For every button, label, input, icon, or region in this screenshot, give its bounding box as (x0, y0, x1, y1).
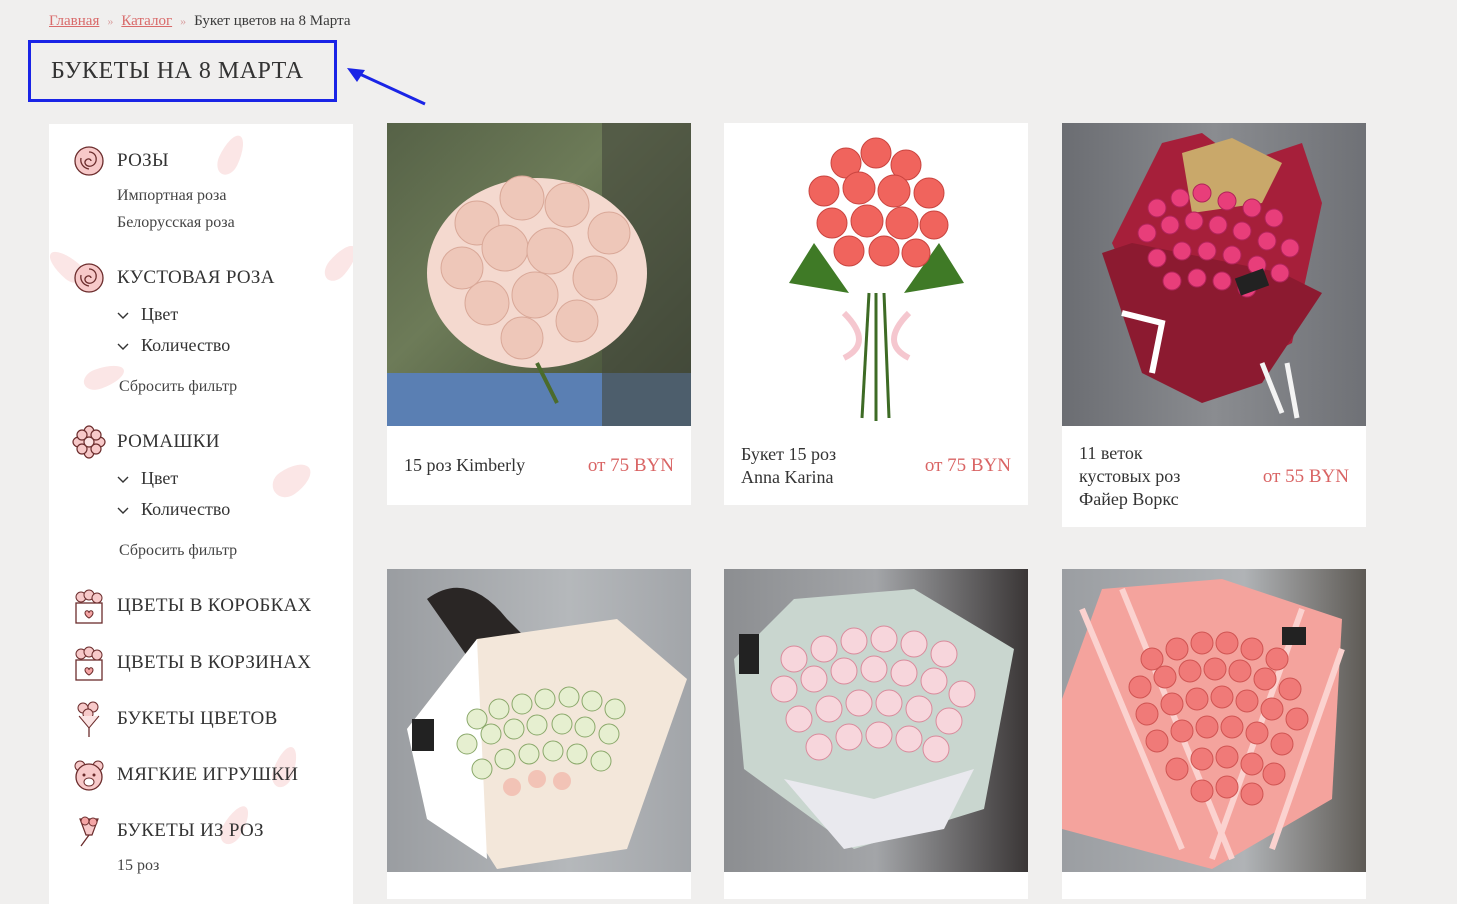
filter-quantity-label: Количество (141, 499, 231, 519)
rose-icon (71, 260, 107, 296)
product-price: от 75 BYN (924, 454, 1011, 476)
subcategory-belarus-rose[interactable]: Белорусская роза (117, 214, 235, 232)
product-name[interactable]: 11 веток кустовых роз Файер Воркс (1079, 442, 1209, 511)
coral-roses-photo[interactable] (724, 123, 1028, 426)
category-daisies[interactable]: РОМАШКИ (71, 424, 220, 460)
breadcrumb: Главная » Каталог » Букет цветов на 8 Ма… (49, 13, 350, 30)
filter-color-toggle[interactable]: Цвет (117, 304, 178, 325)
teddy-bear-icon (71, 757, 107, 793)
category-flower-baskets-label: ЦВЕТЫ В КОРЗИНАХ (117, 652, 312, 673)
category-bouquets-label: БУКЕТЫ ЦВЕТОВ (117, 708, 278, 729)
petal-decoration-icon (213, 131, 249, 179)
coral-spray-roses-photo[interactable] (1062, 569, 1366, 872)
chevron-down-icon (117, 335, 131, 356)
category-roses[interactable]: РОЗЫ (71, 143, 169, 179)
product-card[interactable]: 11 веток кустовых роз Файер Воркс от 55 … (1062, 123, 1366, 527)
flower-basket-icon (71, 645, 107, 681)
product-card[interactable] (387, 569, 691, 899)
breadcrumb-catalog-link[interactable]: Каталог (121, 13, 172, 30)
category-bouquets[interactable]: БУКЕТЫ ЦВЕТОВ (71, 701, 278, 737)
chevron-down-icon (117, 468, 131, 489)
product-card[interactable]: 15 роз Kimberly от 75 BYN (387, 123, 691, 505)
filter-color-label: Цвет (141, 468, 179, 488)
category-soft-toys-label: МЯГКИЕ ИГРУШКИ (117, 764, 299, 785)
subcategory-imported-rose[interactable]: Импортная роза (117, 187, 226, 205)
subcategory-15-roses[interactable]: 15 роз (117, 857, 159, 875)
filter-quantity-label: Количество (141, 335, 231, 355)
category-rose-bouquets-label: БУКЕТЫ ИЗ РОЗ (117, 820, 264, 841)
chevron-down-icon (117, 499, 131, 520)
category-daisies-label: РОМАШКИ (117, 431, 220, 452)
product-card[interactable]: Букет 15 роз Anna Karina от 75 BYN (724, 123, 1028, 505)
product-name[interactable]: 15 роз Kimberly (404, 454, 525, 477)
flower-box-icon (71, 588, 107, 624)
bouquet-icon (71, 701, 107, 737)
page-title: БУКЕТЫ НА 8 МАРТА (51, 57, 304, 84)
category-rose-bouquets[interactable]: БУКЕТЫ ИЗ РОЗ (71, 813, 264, 849)
product-name[interactable]: Букет 15 роз Anna Karina (741, 443, 861, 489)
filter-quantity-toggle[interactable]: Количество (117, 335, 230, 356)
product-price: от 75 BYN (587, 454, 674, 476)
reset-filter-button[interactable]: Сбросить фильтр (119, 378, 237, 396)
cream-spray-roses-photo[interactable] (387, 569, 691, 872)
category-spray-rose-label: КУСТОВАЯ РОЗА (117, 267, 275, 288)
category-soft-toys[interactable]: МЯГКИЕ ИГРУШКИ (71, 757, 298, 793)
rose-icon (71, 143, 107, 179)
breadcrumb-home-link[interactable]: Главная (49, 13, 99, 30)
category-spray-rose[interactable]: КУСТОВАЯ РОЗА (71, 260, 275, 296)
page-title-highlight: БУКЕТЫ НА 8 МАРТА (28, 40, 337, 102)
chevron-down-icon (117, 304, 131, 325)
daisy-icon (71, 424, 107, 460)
peach-roses-photo[interactable] (387, 123, 691, 426)
filter-color-toggle[interactable]: Цвет (117, 468, 178, 489)
pink-spray-roses-photo[interactable] (1062, 123, 1366, 426)
category-sidebar: РОЗЫ Импортная роза Белорусская роза КУС… (49, 124, 353, 904)
breadcrumb-current: Букет цветов на 8 Марта (194, 13, 351, 29)
rose-bouquet-icon (71, 813, 107, 849)
category-flower-baskets[interactable]: ЦВЕТЫ В КОРЗИНАХ (71, 645, 311, 681)
breadcrumb-separator-icon: » (180, 14, 187, 28)
category-roses-label: РОЗЫ (117, 150, 169, 171)
filter-color-label: Цвет (141, 304, 179, 324)
filter-quantity-toggle[interactable]: Количество (117, 499, 230, 520)
pink-peony-roses-photo[interactable] (724, 569, 1028, 872)
product-card[interactable] (1062, 569, 1366, 899)
product-card[interactable] (724, 569, 1028, 899)
breadcrumb-separator-icon: » (107, 14, 114, 28)
product-price: от 55 BYN (1262, 465, 1349, 487)
petal-decoration-icon (267, 457, 317, 503)
petal-decoration-icon (319, 240, 353, 286)
reset-filter-button[interactable]: Сбросить фильтр (119, 542, 237, 560)
category-flower-boxes[interactable]: ЦВЕТЫ В КОРОБКАХ (71, 588, 312, 624)
category-flower-boxes-label: ЦВЕТЫ В КОРОБКАХ (117, 595, 312, 616)
annotation-arrow-icon (347, 68, 426, 106)
